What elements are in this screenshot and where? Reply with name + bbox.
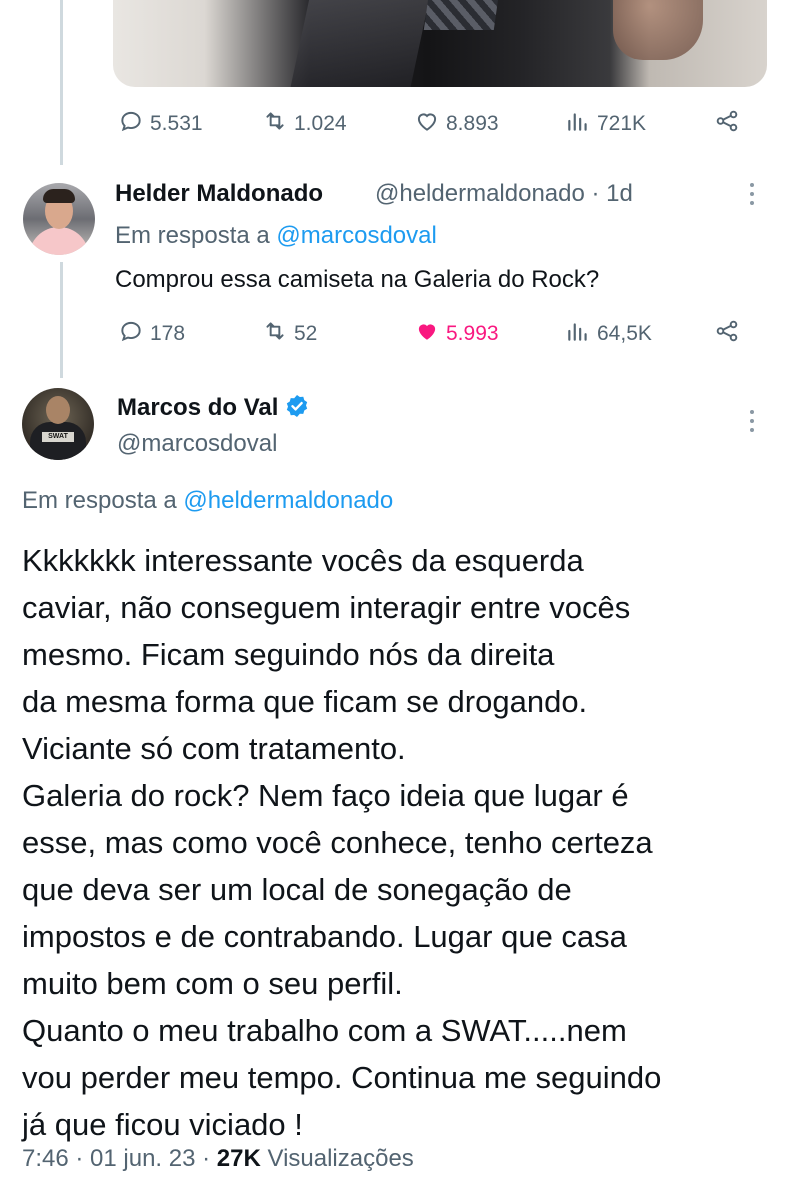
heart-icon <box>414 108 440 140</box>
avatar-swat-patch: SWAT <box>42 432 74 442</box>
views-count: 27K <box>216 1145 261 1172</box>
share-button[interactable] <box>714 318 740 350</box>
tweet-media-image[interactable] <box>113 0 767 87</box>
views-icon <box>565 108 591 140</box>
reply-mention-link[interactable]: @heldermaldonado <box>183 487 393 514</box>
reply-count: 5.531 <box>150 112 203 135</box>
author-name: Marcos do Val <box>117 394 279 421</box>
like-count: 5.993 <box>446 322 499 345</box>
share-icon <box>714 108 740 140</box>
avatar[interactable]: SWAT <box>22 388 94 460</box>
author-handle-time[interactable]: @heldermaldonado · 1d <box>375 180 633 208</box>
reply-button[interactable]: 5.531 <box>118 108 203 140</box>
views-button[interactable]: 64,5K <box>565 318 652 350</box>
share-icon <box>714 318 740 350</box>
share-button[interactable] <box>714 108 740 140</box>
views-count: 721K <box>597 112 647 135</box>
avatar-shirt <box>29 227 89 255</box>
thread-line-middle <box>60 262 63 378</box>
author-name-row[interactable]: Marcos do Val <box>117 393 310 422</box>
retweet-count: 1.024 <box>294 112 347 135</box>
media-shade <box>290 0 436 87</box>
reply-context: Em resposta a @marcosdoval <box>115 222 437 250</box>
thread-line-top <box>60 0 63 165</box>
avatar-face <box>46 396 70 424</box>
views-icon <box>565 318 591 350</box>
more-options-icon[interactable] <box>750 183 758 205</box>
views-button[interactable]: 721K <box>565 108 646 140</box>
views-label: Visualizações <box>260 1145 414 1172</box>
heart-filled-icon <box>414 318 440 350</box>
reply-context: Em resposta a @heldermaldonado <box>22 487 393 515</box>
tweet-timestamp[interactable]: 7:46 · 01 jun. 23 · <box>22 1145 217 1172</box>
media-hand <box>613 0 703 60</box>
avatar[interactable] <box>23 183 95 255</box>
retweet-count: 52 <box>294 322 318 345</box>
more-options-icon[interactable] <box>750 410 758 432</box>
tweet-text: Kkkkkkk interessante vocês da esquerda c… <box>22 543 662 1142</box>
reply-button[interactable]: 178 <box>118 318 185 350</box>
author-name[interactable]: Helder Maldonado <box>115 180 323 208</box>
reply-prefix: Em resposta a <box>22 487 184 514</box>
verified-badge-icon <box>287 394 308 418</box>
views-count: 64,5K <box>597 322 652 345</box>
reply-count: 178 <box>150 322 186 345</box>
reply-icon <box>118 108 144 140</box>
reply-prefix: Em resposta a <box>115 222 277 249</box>
author-handle[interactable]: @marcosdoval <box>117 430 277 458</box>
reply-icon <box>118 318 144 350</box>
retweet-icon <box>262 318 288 350</box>
media-tie <box>423 0 503 30</box>
retweet-icon <box>262 108 288 140</box>
like-button[interactable]: 5.993 <box>414 318 499 350</box>
retweet-button[interactable]: 1.024 <box>262 108 347 140</box>
like-button[interactable]: 8.893 <box>414 108 499 140</box>
avatar-hair <box>43 189 75 203</box>
tweet-metadata: 7:46 · 01 jun. 23 · 27K Visualizações <box>22 1145 414 1173</box>
like-count: 8.893 <box>446 112 499 135</box>
tweet-text: Comprou essa camiseta na Galeria do Rock… <box>115 266 600 293</box>
reply-mention-link[interactable]: @marcosdoval <box>276 222 436 249</box>
retweet-button[interactable]: 52 <box>262 318 317 350</box>
